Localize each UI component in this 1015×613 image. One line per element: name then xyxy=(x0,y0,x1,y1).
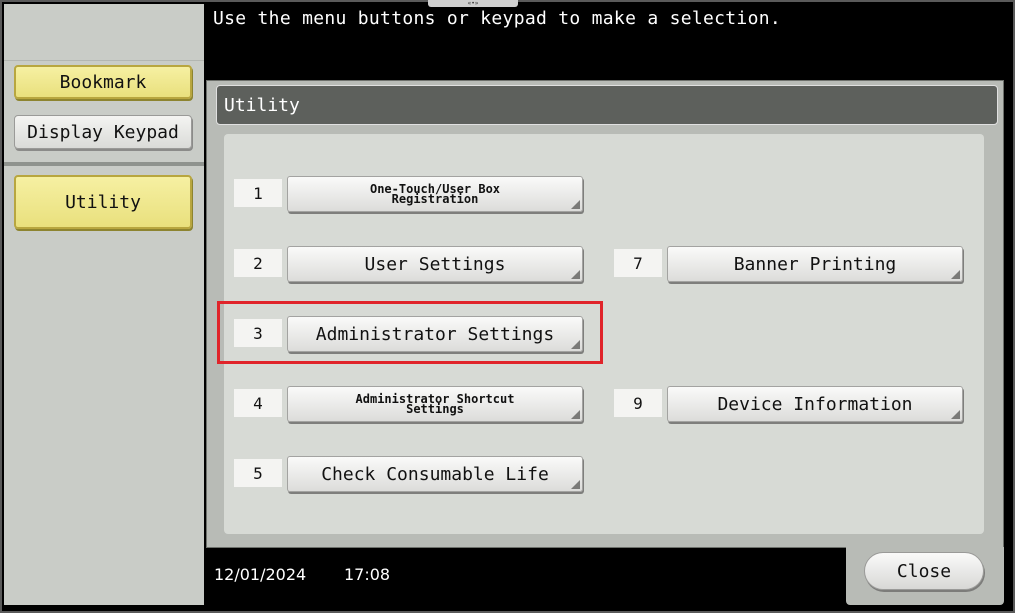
corner-indicator-icon xyxy=(571,270,580,279)
menu-number: 5 xyxy=(234,459,282,487)
corner-indicator-icon xyxy=(571,200,580,209)
menu-label-line: Registration xyxy=(391,192,479,206)
panel-title: Utility xyxy=(224,94,300,116)
divider xyxy=(4,60,204,61)
one-touch-user-box-registration-button[interactable]: One-Touch/User Box Registration xyxy=(287,176,583,212)
menu-number: 9 xyxy=(614,389,662,417)
check-consumable-life-button[interactable]: Check Consumable Life xyxy=(287,456,583,492)
panel-title-bar: Utility xyxy=(216,85,998,125)
device-information-button[interactable]: Device Information xyxy=(667,386,963,422)
highlight-box xyxy=(217,301,603,364)
display-keypad-button[interactable]: Display Keypad xyxy=(14,115,192,149)
status-date: 12/01/2024 xyxy=(214,565,307,584)
menu-label: Check Consumable Life xyxy=(321,463,549,485)
top-handle-icon[interactable]: «•» xyxy=(428,0,518,7)
utility-label: Utility xyxy=(65,191,141,213)
user-settings-button[interactable]: User Settings xyxy=(287,246,583,282)
close-label: Close xyxy=(896,560,952,582)
menu-number: 1 xyxy=(234,179,282,207)
corner-indicator-icon xyxy=(571,480,580,489)
menu-number: 2 xyxy=(234,249,282,277)
instruction-message: Use the menu buttons or keypad to make a… xyxy=(213,8,781,29)
menu-label-line: Settings xyxy=(406,402,464,416)
administrator-shortcut-settings-button[interactable]: Administrator Shortcut Settings xyxy=(287,386,583,422)
close-button[interactable]: Close xyxy=(864,552,984,590)
menu-label: Device Information xyxy=(717,393,913,415)
status-time: 17:08 xyxy=(344,565,391,584)
utility-button[interactable]: Utility xyxy=(14,175,192,229)
menu-label: Administrator Shortcut Settings xyxy=(356,393,515,416)
menu-label: Banner Printing xyxy=(733,253,897,275)
bookmark-label: Bookmark xyxy=(59,71,147,93)
corner-indicator-icon xyxy=(951,410,960,419)
menu-number: 4 xyxy=(234,389,282,417)
banner-printing-button[interactable]: Banner Printing xyxy=(667,246,963,282)
corner-indicator-icon xyxy=(571,410,580,419)
menu-label: User Settings xyxy=(364,253,506,275)
divider xyxy=(4,162,204,166)
corner-indicator-icon xyxy=(951,270,960,279)
menu-label: One-Touch/User Box Registration xyxy=(370,183,500,206)
menu-number: 7 xyxy=(614,249,662,277)
display-keypad-label: Display Keypad xyxy=(27,121,179,143)
bookmark-button[interactable]: Bookmark xyxy=(14,65,192,99)
